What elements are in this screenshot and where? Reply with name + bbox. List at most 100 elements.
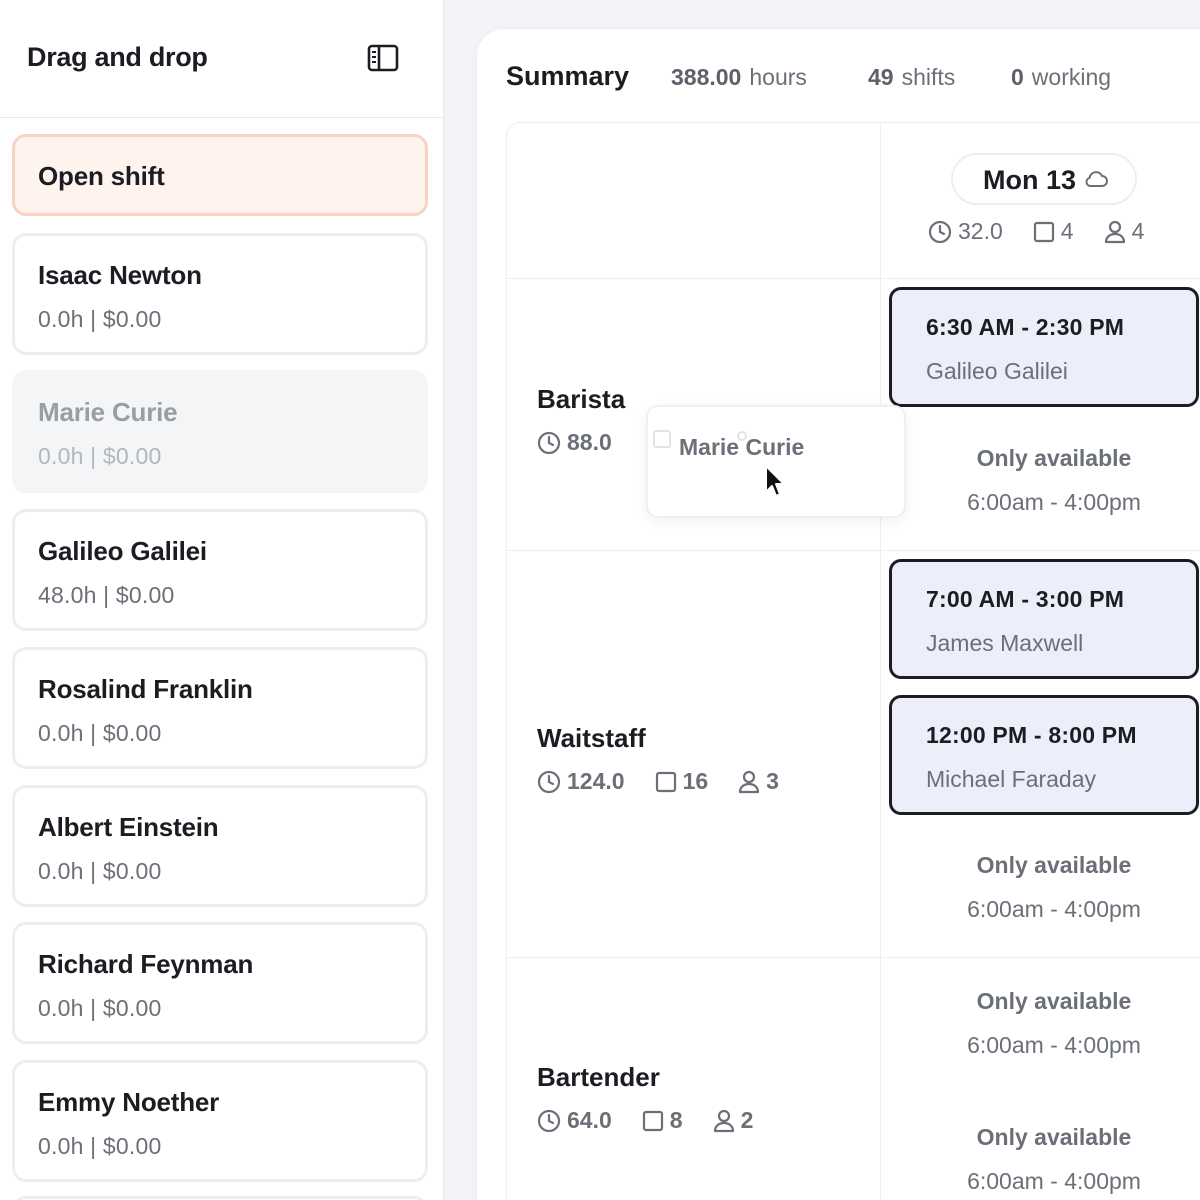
availability-note: Only available 6:00am - 4:00pm: [889, 852, 1200, 923]
employee-name: Marie Curie: [38, 397, 178, 427]
shift-time: 6:30 AM - 2:30 PM: [926, 314, 1125, 340]
employee-name: Albert Einstein: [38, 812, 219, 842]
summary-title: Summary: [506, 61, 630, 91]
day-people: 4: [1104, 218, 1144, 245]
employee-name: Richard Feynman: [38, 949, 254, 979]
sidebar: Drag and drop Open shift Isaac Newton 0.…: [0, 0, 444, 1200]
summary-shifts-value: 49: [868, 64, 894, 90]
shift-time: 7:00 AM - 3:00 PM: [926, 586, 1125, 612]
availability-hours: 6:00am - 4:00pm: [967, 1168, 1141, 1194]
column-divider: [880, 123, 881, 1200]
role-hours-value: 124.0: [567, 768, 625, 794]
employee-card[interactable]: Galileo Galilei 48.0h | $0.00: [12, 509, 428, 631]
day-header-mon[interactable]: Mon 13: [951, 153, 1137, 205]
summary-working-label: working: [1031, 64, 1112, 90]
open-shift-label: Open shift: [38, 161, 165, 191]
sidebar-header: Drag and drop: [0, 0, 443, 118]
availability-label: Only available: [976, 1124, 1132, 1150]
summary-bar: Summary 388.00 hours 49 shifts 0 working: [477, 29, 1200, 121]
drag-ghost-name: Marie Curie: [679, 434, 805, 460]
row-divider: [507, 550, 1200, 551]
employee-name: Rosalind Franklin: [38, 674, 253, 704]
open-shift-card[interactable]: Open shift: [12, 134, 428, 216]
shift-card[interactable]: 6:30 AM - 2:30 PM Galileo Galilei: [889, 287, 1199, 407]
square-icon: [1033, 221, 1054, 242]
clock-icon: [537, 1109, 561, 1132]
employee-name: Emmy Noether: [38, 1087, 220, 1117]
summary-hours-value: 388.00: [671, 64, 742, 90]
employee-name: Galileo Galilei: [38, 536, 207, 566]
employee-card[interactable]: Richard Feynman 0.0h | $0.00: [12, 922, 428, 1044]
role-shifts-value: 8: [669, 1107, 683, 1133]
employee-meta: 0.0h | $0.00: [38, 995, 162, 1021]
availability-hours: 6:00am - 4:00pm: [967, 896, 1141, 922]
availability-label: Only available: [976, 988, 1132, 1014]
employee-card[interactable]: Albert Einstein 0.0h | $0.00: [12, 785, 428, 907]
role-shifts-value: 16: [682, 768, 709, 794]
availability-hours: 6:00am - 4:00pm: [967, 489, 1141, 515]
clock-icon: [928, 220, 952, 243]
role-stats: 124.0 16 3: [537, 768, 809, 795]
role-people-value: 2: [740, 1107, 754, 1133]
role-stats: 64.0 8 2: [537, 1107, 783, 1134]
role-waitstaff: Waitstaff 124.0 16 3: [537, 723, 809, 795]
employee-meta: 48.0h | $0.00: [38, 582, 175, 608]
employee-card[interactable]: [12, 1196, 428, 1200]
mouse-cursor-icon: [765, 465, 785, 497]
row-divider: [507, 957, 1200, 958]
day-label: Mon 13: [983, 165, 1077, 195]
drag-ghost-card[interactable]: Marie Curie: [646, 405, 906, 518]
role-stats: 88.0: [537, 429, 642, 456]
employee-card[interactable]: Rosalind Franklin 0.0h | $0.00: [12, 647, 428, 769]
person-icon: [739, 770, 760, 793]
availability-label: Only available: [976, 852, 1132, 878]
shift-card[interactable]: 7:00 AM - 3:00 PM James Maxwell: [889, 559, 1199, 679]
employee-name: Isaac Newton: [38, 260, 202, 290]
role-name: Bartender: [537, 1062, 660, 1092]
cloud-icon: [1083, 168, 1109, 195]
role-name: Barista: [537, 384, 626, 414]
schedule-panel: Summary 388.00 hours 49 shifts 0 working Mo…: [476, 28, 1200, 1200]
sidebar-title: Drag and drop: [27, 42, 208, 72]
employee-card-dragging[interactable]: Marie Curie 0.0h | $0.00: [12, 370, 428, 493]
shift-card[interactable]: 12:00 PM - 8:00 PM Michael Faraday: [889, 695, 1199, 815]
role-hours: 88.0: [537, 429, 612, 456]
role-name: Waitstaff: [537, 723, 646, 753]
role-people: 3: [738, 768, 779, 795]
role-barista: Barista 88.0: [537, 384, 642, 456]
role-bartender: Bartender 64.0 8 2: [537, 1062, 783, 1134]
role-shifts: 8: [642, 1107, 683, 1134]
clock-icon: [537, 770, 561, 793]
day-hours: 32.0: [928, 218, 1003, 245]
clock-icon: [537, 431, 561, 454]
employee-meta: 0.0h | $0.00: [38, 858, 162, 884]
summary-shifts-label: shifts: [901, 64, 956, 90]
employee-meta: 0.0h | $0.00: [38, 443, 162, 469]
availability-hours: 6:00am - 4:00pm: [967, 1032, 1141, 1058]
row-divider: [507, 278, 1200, 279]
employee-card[interactable]: Emmy Noether 0.0h | $0.00: [12, 1060, 428, 1182]
availability-note: Only available 6:00am - 4:00pm: [889, 1124, 1200, 1195]
square-icon: [655, 771, 676, 792]
shift-employee: Michael Faraday: [926, 766, 1097, 792]
role-shifts: 16: [655, 768, 709, 795]
role-people: 2: [713, 1107, 754, 1134]
shift-time: 12:00 PM - 8:00 PM: [926, 722, 1137, 748]
shift-employee: Galileo Galilei: [926, 358, 1068, 384]
employee-meta: 0.0h | $0.00: [38, 1133, 162, 1159]
day-shifts: 4: [1033, 218, 1074, 245]
sidebar-panel-icon[interactable]: [366, 43, 400, 73]
shift-employee: James Maxwell: [926, 630, 1084, 656]
availability-note: Only available 6:00am - 4:00pm: [889, 445, 1200, 516]
summary-working-value: 0: [1011, 64, 1024, 90]
role-hours-value: 88.0: [567, 429, 612, 455]
availability-label: Only available: [976, 445, 1132, 471]
schedule-grid: Mon 13 32.0 4 4 Barista 88.0 6:30 AM - 2…: [506, 122, 1200, 1200]
role-people-value: 3: [766, 768, 779, 794]
person-icon: [713, 1109, 734, 1132]
employee-meta: 0.0h | $0.00: [38, 720, 162, 746]
person-icon: [1104, 220, 1125, 243]
employee-card[interactable]: Isaac Newton 0.0h | $0.00: [12, 233, 428, 355]
summary-working: 0 working: [1011, 64, 1111, 91]
summary-hours: 388.00 hours: [671, 64, 807, 91]
